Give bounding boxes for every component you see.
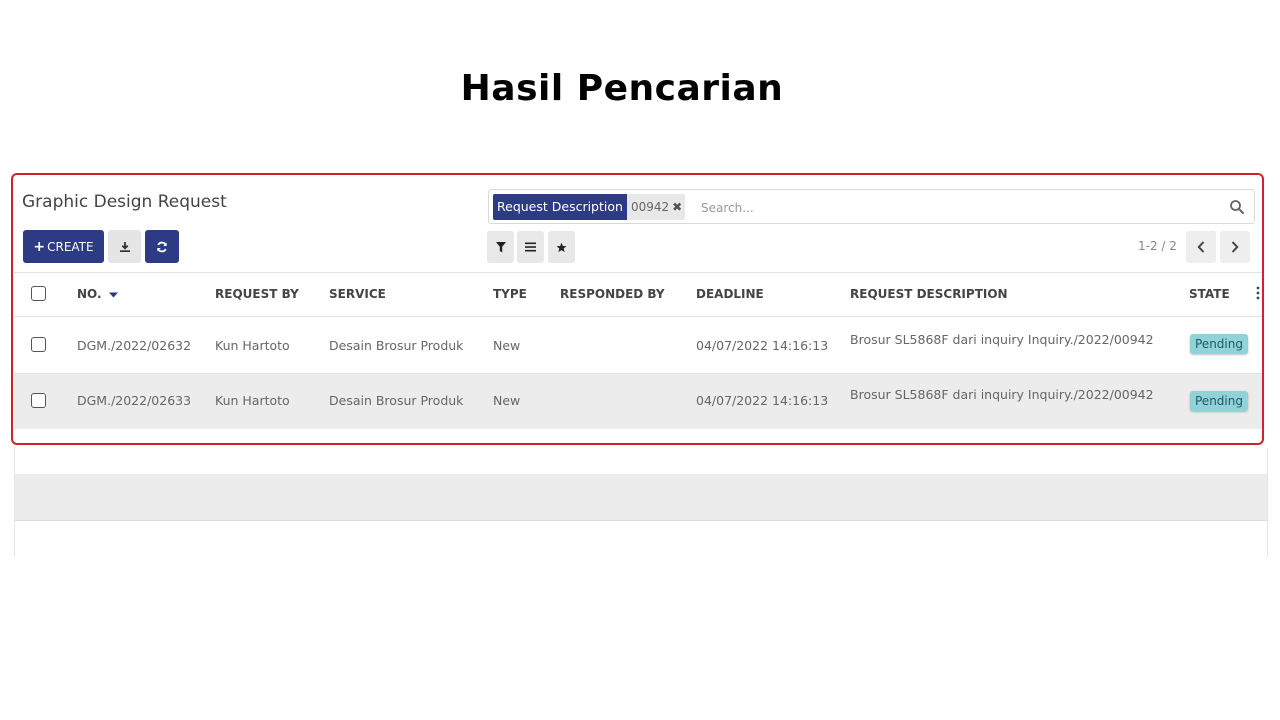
- empty-list-area: [14, 448, 1268, 556]
- highlight-frame: [11, 173, 1264, 445]
- empty-row: [15, 474, 1267, 521]
- slide-title: Hasil Pencarian: [460, 68, 784, 109]
